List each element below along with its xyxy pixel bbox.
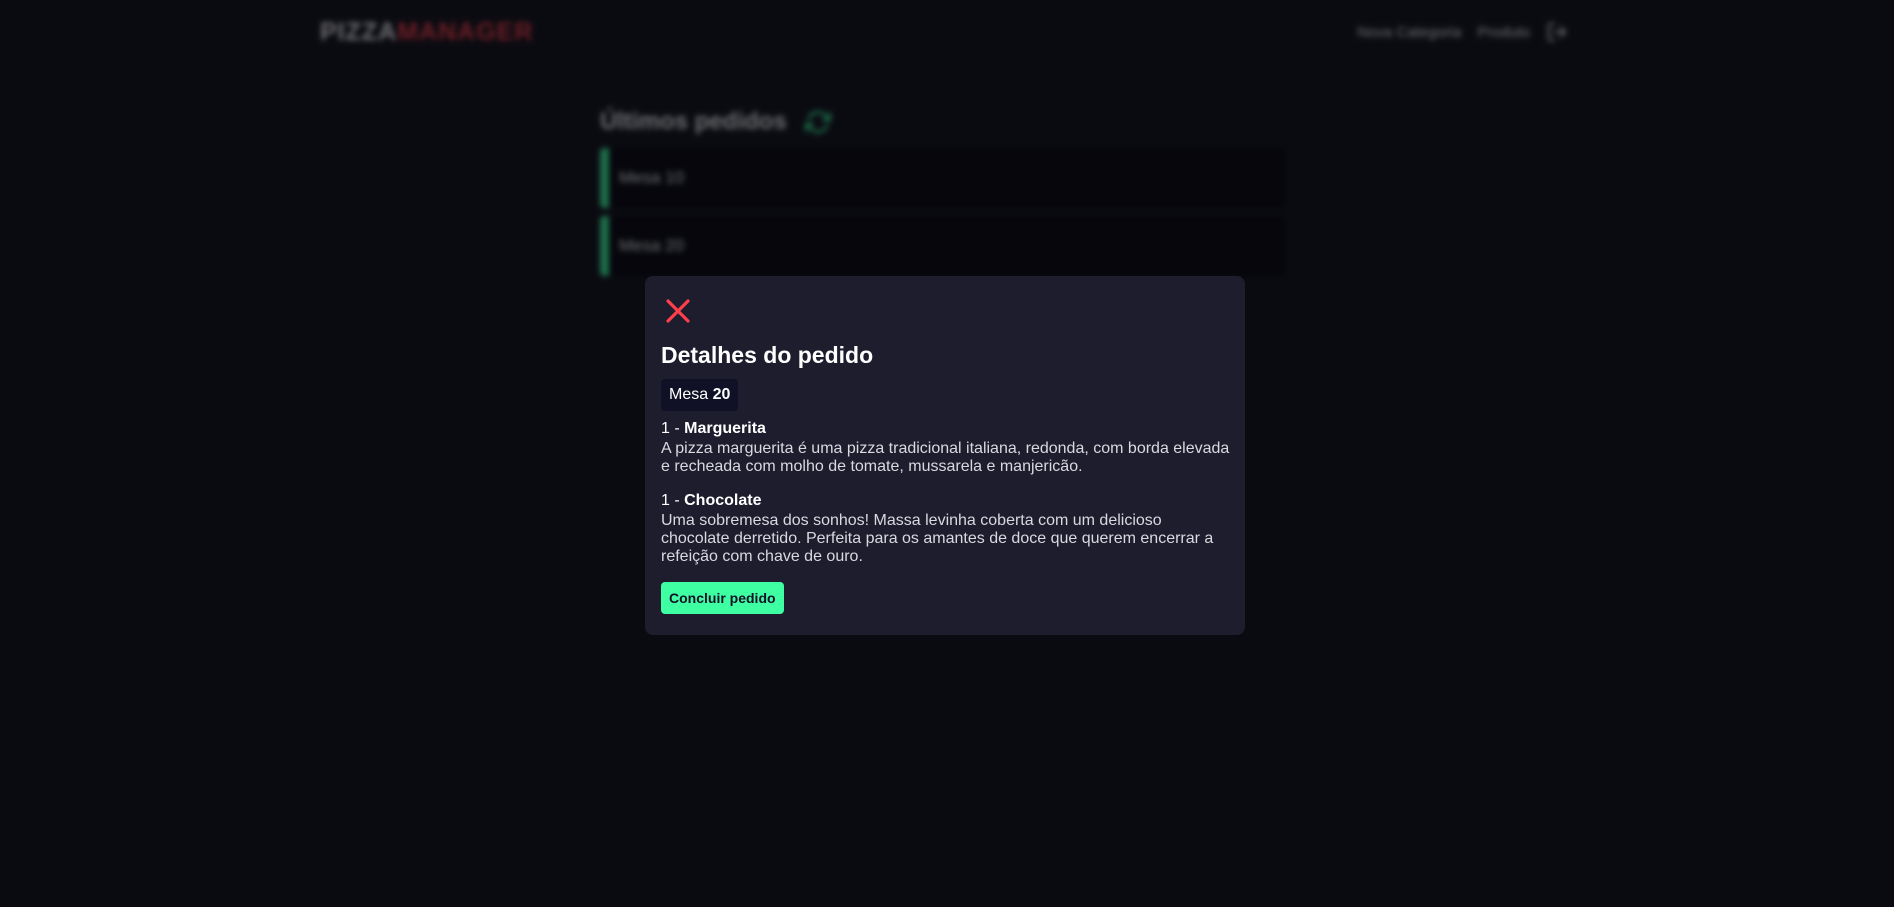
product-title: 1 - Chocolate [661, 491, 1229, 510]
product-name: Marguerita [684, 420, 766, 437]
product-separator: - [669, 420, 685, 437]
close-icon [666, 299, 690, 323]
table-badge: Mesa 20 [661, 379, 739, 411]
finish-order-button[interactable]: Concluir pedido [661, 582, 784, 614]
product-name: Chocolate [684, 492, 762, 509]
product-description: A pizza marguerita é uma pizza tradicion… [661, 440, 1230, 475]
table-number: 20 [712, 386, 731, 403]
product-amount: 1 [661, 420, 670, 437]
product-amount: 1 [661, 492, 670, 509]
close-button[interactable] [661, 294, 695, 328]
table-prefix: Mesa [669, 386, 709, 403]
product-title: 1 - Marguerita [661, 419, 1229, 438]
product-description: Uma sobremesa dos sonhos! Massa levinha … [661, 512, 1214, 565]
product-separator: - [669, 492, 685, 509]
modal-title: Detalhes do pedido [661, 342, 874, 368]
order-product: 1 - Chocolate Uma sobremesa dos sonhos! … [661, 491, 1229, 566]
order-details-modal: Detalhes do pedido Mesa 20 1 - Marguerit… [645, 276, 1245, 635]
order-product: 1 - Marguerita A pizza marguerita é uma … [661, 419, 1229, 476]
